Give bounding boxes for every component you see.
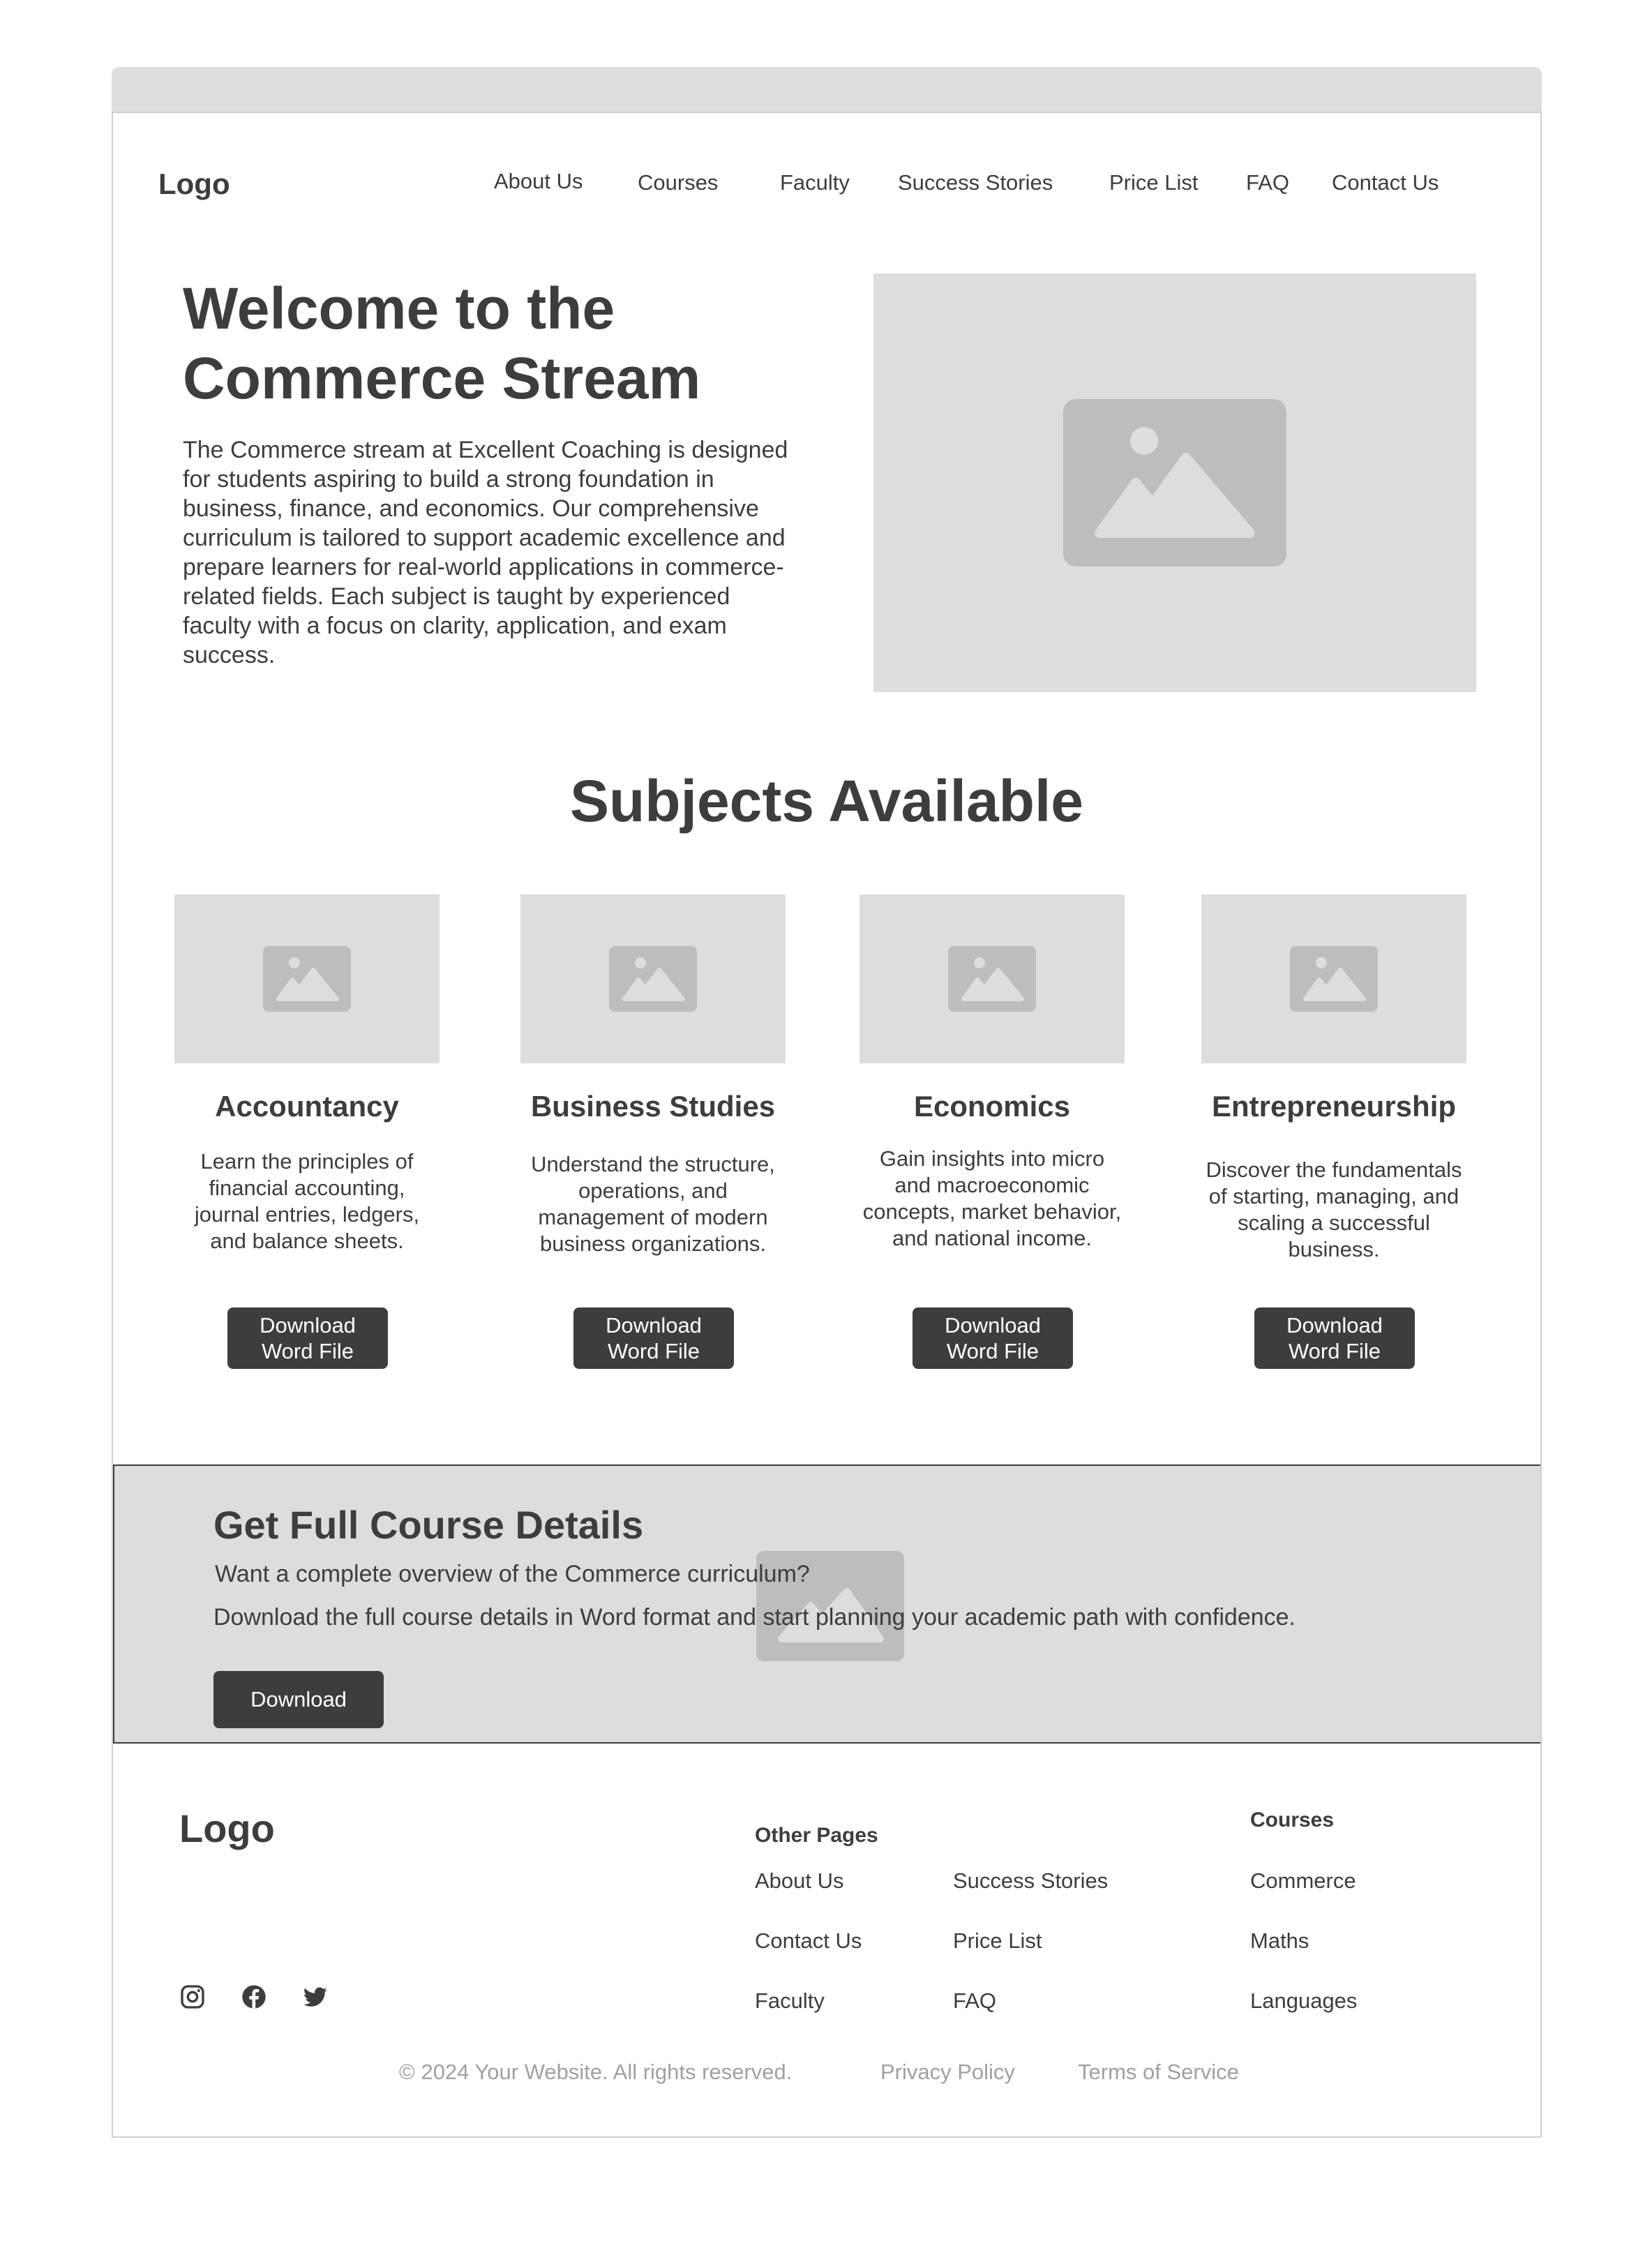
terms-of-service-link[interactable]: Terms of Service [1078,2060,1239,2085]
nav-faculty[interactable]: Faculty [780,170,850,195]
footer-logo[interactable]: Logo [179,1806,275,1851]
subject-description: Understand the structure, operations, an… [531,1152,775,1256]
accountancy-image [174,894,440,1063]
business-studies-image [520,894,786,1063]
twitter-icon[interactable] [301,1983,329,2011]
copyright-text: © 2024 Your Website. All rights reserved… [399,2060,793,2084]
instagram-icon[interactable] [179,1983,206,2011]
course-details-banner: Get Full Course Details Want a complete … [113,1464,1540,1744]
banner-title: Get Full Course Details [213,1503,644,1547]
hero-image [873,273,1476,692]
subject-title: Business Studies [530,1090,776,1123]
browser-top-bar [112,67,1542,112]
subject-title: Economics [913,1090,1071,1123]
other-pages-heading: Other Pages [755,1824,878,1847]
subject-title: Accountancy [215,1090,399,1123]
footer-course-languages[interactable]: Languages [1250,1988,1357,2014]
hero-title: Welcome to the Commerce Stream [183,276,701,411]
header-logo[interactable]: Logo [158,167,230,201]
privacy-policy-link[interactable]: Privacy Policy [880,2060,1015,2085]
image-placeholder-icon [609,946,697,1012]
footer-link-price-list[interactable]: Price List [953,1928,1042,1954]
subject-description: Discover the fundamentals of starting, m… [1206,1157,1462,1261]
image-placeholder-icon [1290,946,1378,1012]
subjects-title: Subjects Available [569,768,1084,834]
entrepreneurship-image [1201,894,1466,1063]
courses-heading: Courses [1250,1808,1335,1831]
image-placeholder-icon [948,946,1036,1012]
page-frame: Logo About Us Courses Faculty Success St… [112,112,1542,2138]
entrepreneurship-download-button[interactable]: Download Word File [1254,1307,1415,1369]
footer-link-about-us[interactable]: About Us [755,1868,844,1894]
banner-download-button[interactable]: Download [213,1671,384,1728]
nav-courses[interactable]: Courses [638,170,718,195]
footer-link-success-stories[interactable]: Success Stories [953,1868,1108,1894]
banner-description: Download the full course details in Word… [213,1604,1296,1631]
footer-course-commerce[interactable]: Commerce [1250,1868,1356,1894]
footer-link-faculty[interactable]: Faculty [755,1988,825,2014]
nav-price-list[interactable]: Price List [1109,170,1198,195]
economics-image [859,894,1125,1063]
subject-description: Learn the principles of financial accoun… [194,1149,420,1253]
hero-description: The Commerce stream at Excellent Coachin… [183,437,788,668]
nav-success-stories[interactable]: Success Stories [898,170,1053,195]
image-placeholder-icon [263,946,351,1012]
facebook-icon[interactable] [240,1983,268,2011]
accountancy-download-button[interactable]: Download Word File [227,1307,388,1369]
economics-download-button[interactable]: Download Word File [913,1307,1073,1369]
banner-subtitle: Want a complete overview of the Commerce… [215,1561,810,1587]
footer-link-faq[interactable]: FAQ [953,1988,996,2014]
footer-course-maths[interactable]: Maths [1250,1928,1309,1954]
image-placeholder-icon [1063,399,1286,567]
subject-title: Entrepreneurship [1211,1090,1457,1123]
business-studies-download-button[interactable]: Download Word File [573,1307,734,1369]
nav-faq[interactable]: FAQ [1246,170,1289,195]
nav-about-us[interactable]: About Us [494,169,583,194]
nav-contact-us[interactable]: Contact Us [1332,170,1439,195]
subject-description: Gain insights into micro and macroeconom… [862,1146,1122,1250]
footer-link-contact-us[interactable]: Contact Us [755,1928,862,1954]
